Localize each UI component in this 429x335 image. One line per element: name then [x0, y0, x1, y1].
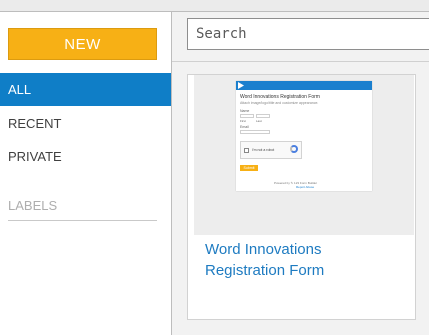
new-button[interactable]: NEW [8, 28, 157, 60]
nav-item-label: ALL [8, 82, 32, 97]
form-card-title[interactable]: Word Innovations Registration Form [205, 239, 405, 281]
thumbnail-last-name-field [256, 114, 270, 118]
thumbnail-submit-button: Submit [240, 165, 258, 171]
thumbnail-field-label: Name [240, 109, 250, 113]
form-card[interactable]: Word Innovations Registration Form Attac… [187, 74, 416, 320]
recaptcha-icon [290, 145, 298, 153]
top-bar [0, 0, 429, 12]
search-input[interactable] [194, 25, 429, 43]
sidebar: NEW ALL RECENT PRIVATE LABELS [0, 12, 172, 335]
thumbnail-first-name-field [240, 114, 254, 118]
form-thumbnail-area: Word Innovations Registration Form Attac… [194, 75, 414, 235]
thumbnail-sublabel: Last [256, 119, 262, 123]
thumbnail-captcha: I'm not a robot [240, 141, 302, 159]
nav-item-all[interactable]: ALL [0, 73, 171, 106]
thumbnail-logo-icon [238, 82, 244, 89]
toolbar-divider [172, 61, 429, 62]
thumbnail-title: Word Innovations Registration Form [240, 94, 320, 100]
nav-item-label: RECENT [8, 116, 62, 131]
captcha-checkbox [244, 148, 249, 153]
captcha-label: I'm not a robot [252, 148, 275, 152]
nav-item-label: PRIVATE [8, 149, 62, 164]
thumbnail-subtitle: Attach image/logo/title and customize ap… [240, 101, 319, 105]
thumbnail-email-field [240, 130, 270, 134]
thumbnail-footer-link: Report Abuse [296, 185, 315, 189]
form-thumbnail: Word Innovations Registration Form Attac… [236, 81, 372, 191]
thumbnail-field-label: Email [240, 125, 249, 129]
thumbnail-sublabel: First [240, 119, 246, 123]
labels-divider [8, 220, 157, 221]
search-box[interactable] [187, 18, 429, 50]
labels-heading: LABELS [8, 198, 58, 213]
nav-item-recent[interactable]: RECENT [0, 107, 171, 140]
thumbnail-header [236, 81, 372, 90]
nav-item-private[interactable]: PRIVATE [0, 140, 171, 173]
